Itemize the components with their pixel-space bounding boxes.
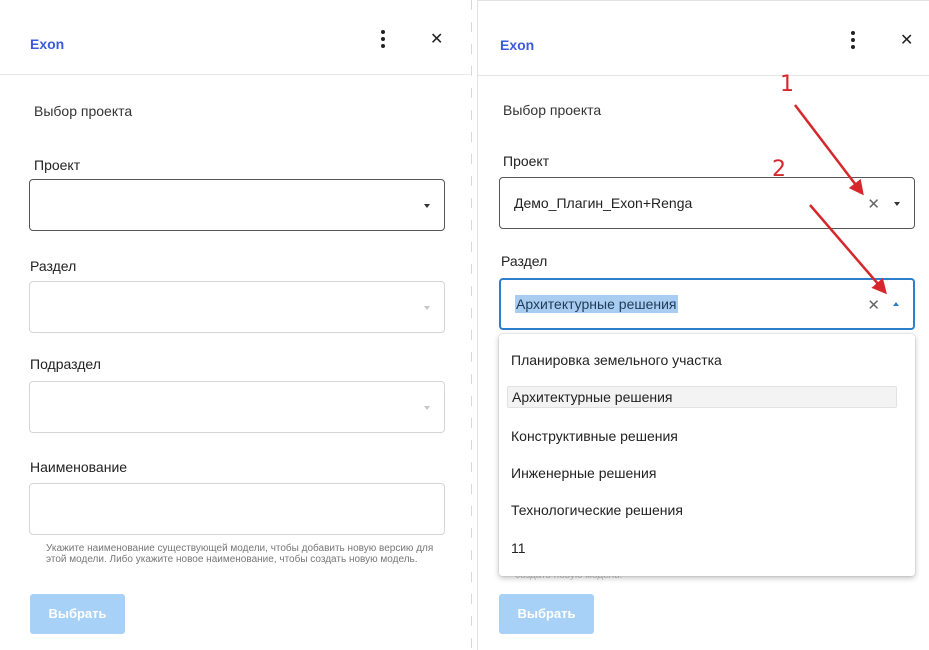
panel-divider	[471, 0, 472, 650]
subsection-label: Подраздел	[30, 356, 101, 372]
subsection-select[interactable]	[29, 381, 445, 433]
section-title: Выбор проекта	[34, 103, 133, 119]
more-vertical-icon[interactable]	[380, 30, 386, 50]
section-label: Раздел	[501, 253, 548, 269]
option-item[interactable]: 11	[511, 540, 526, 556]
project-label: Проект	[34, 157, 81, 173]
left-panel: Exon ✕ Выбор проекта Проект Раздел Подра…	[0, 0, 470, 650]
chevron-down-icon	[424, 406, 430, 410]
option-item-selected[interactable]: Архитектурные решения	[507, 386, 897, 408]
option-item[interactable]: Инженерные решения	[511, 465, 656, 481]
chevron-up-icon	[893, 302, 899, 306]
name-label: Наименование	[30, 459, 128, 475]
option-item[interactable]: Технологические решения	[511, 502, 683, 518]
close-icon[interactable]: ✕	[430, 32, 443, 48]
more-vertical-icon[interactable]	[850, 31, 856, 51]
section-label: Раздел	[30, 258, 77, 274]
chevron-down-icon	[894, 202, 900, 206]
chevron-down-icon	[424, 306, 430, 310]
project-label: Проект	[503, 153, 550, 169]
option-item[interactable]: Конструктивные решения	[511, 428, 678, 444]
clear-icon[interactable]: ✕	[867, 195, 880, 213]
section-value: Архитектурные решения	[515, 295, 678, 313]
brand-title: Exon	[500, 37, 535, 53]
select-button[interactable]: Выбрать	[30, 594, 125, 634]
select-button[interactable]: Выбрать	[499, 594, 594, 634]
chevron-down-icon	[424, 204, 430, 208]
name-input[interactable]	[29, 483, 445, 535]
annotation-number: 2	[772, 157, 786, 182]
brand-title: Exon	[30, 36, 65, 52]
section-dropdown: Планировка земельного участка Архитектур…	[499, 334, 915, 576]
left-header: Exon ✕	[0, 0, 470, 75]
project-select[interactable]: Демо_Плагин_Exon+Renga ✕	[499, 177, 915, 229]
section-title: Выбор проекта	[503, 102, 602, 118]
section-select[interactable]	[29, 281, 445, 333]
option-item[interactable]: Планировка земельного участка	[511, 352, 722, 368]
project-select[interactable]	[29, 179, 445, 231]
clear-icon[interactable]: ✕	[867, 296, 880, 314]
project-value: Демо_Плагин_Exon+Renga	[514, 195, 693, 211]
section-select[interactable]: Архитектурные решения ✕	[499, 278, 915, 330]
close-icon[interactable]: ✕	[900, 33, 913, 49]
name-helper-text: Укажите наименование существующей модели…	[46, 543, 434, 565]
right-header: Exon ✕	[478, 1, 929, 76]
annotation-number: 1	[780, 72, 794, 97]
